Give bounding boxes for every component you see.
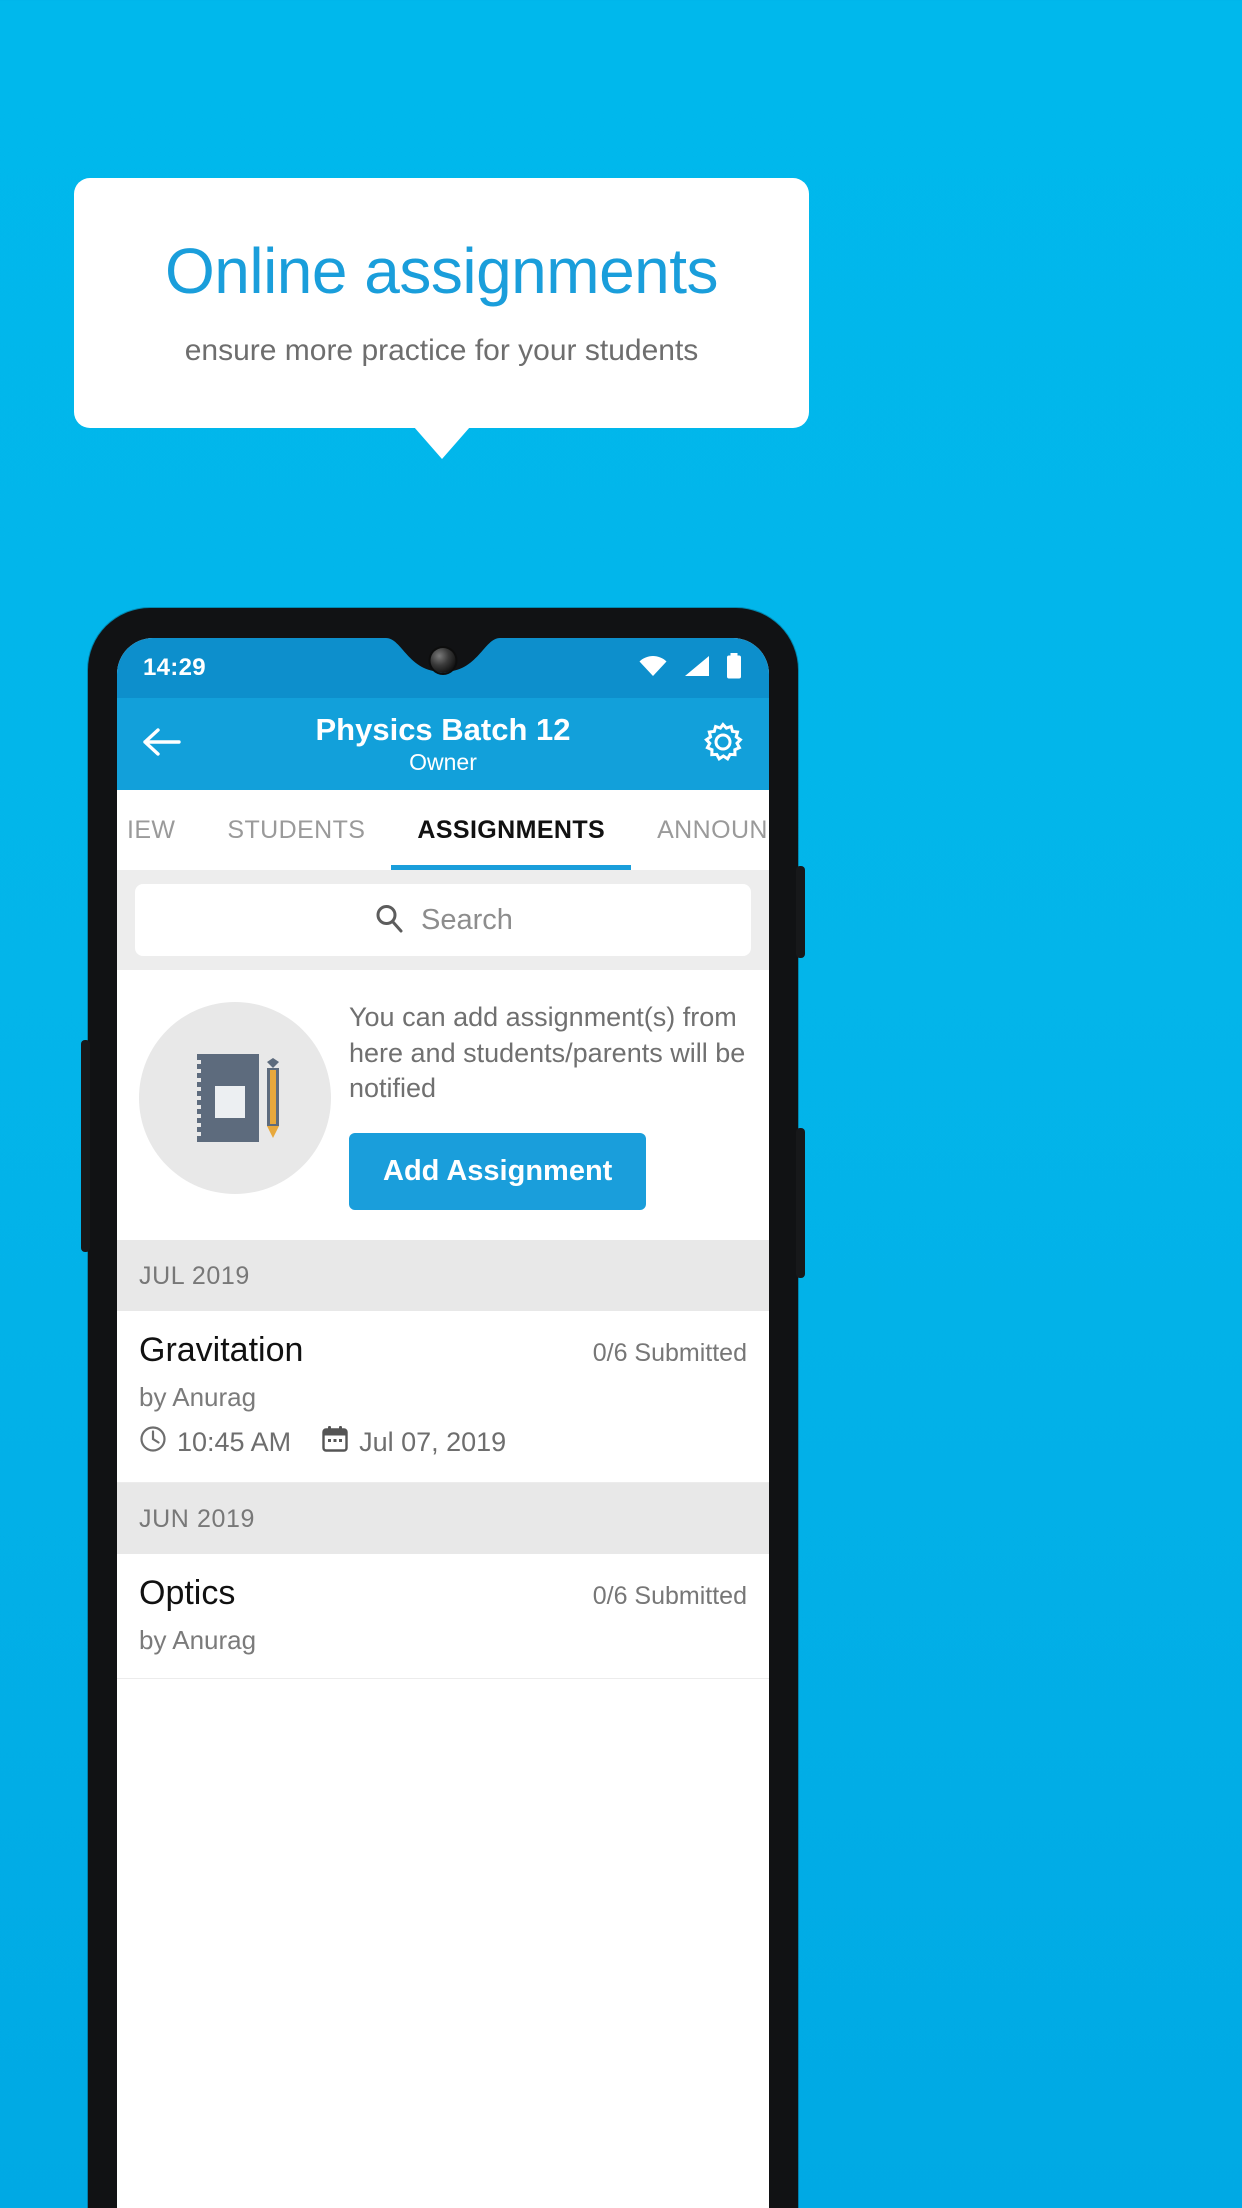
tab-students-label: STUDENTS — [227, 815, 366, 844]
phone-side-button-left[interactable] — [81, 1040, 90, 1252]
notebook-and-pen-icon — [139, 1002, 331, 1194]
assignment-author: by Anurag — [139, 1381, 257, 1412]
assignment-author: by Anurag — [139, 1624, 257, 1655]
month-header-jun: JUN 2019 — [117, 1482, 769, 1554]
notch — [348, 638, 538, 694]
tab-overview[interactable]: IEW — [117, 790, 201, 870]
back-button[interactable] — [141, 726, 183, 763]
page-subtitle: Owner — [409, 749, 477, 776]
front-camera-icon — [430, 648, 456, 673]
cellular-signal-icon — [683, 654, 710, 683]
empty-state-card: You can add assignment(s) from here and … — [117, 970, 769, 1240]
battery-icon — [725, 652, 743, 684]
phone-volume-button[interactable] — [796, 1128, 805, 1278]
tab-overview-label: IEW — [127, 815, 176, 844]
phone-screen: 14:29 Physics Batch 12 Owner IEW STUDENT… — [117, 638, 769, 2208]
search-container: Search — [117, 870, 769, 970]
search-placeholder: Search — [421, 903, 513, 936]
status-bar: 14:29 — [117, 638, 769, 698]
promo-title: Online assignments — [164, 235, 719, 308]
assignment-title: Gravitation — [139, 1330, 304, 1369]
tab-bar: IEW STUDENTS ASSIGNMENTS ANNOUNCEM — [117, 790, 769, 870]
assignment-meta: 10:45 AM Jul 07, 2019 — [139, 1425, 747, 1460]
add-assignment-button[interactable]: Add Assignment — [349, 1132, 647, 1210]
app-bar: Physics Batch 12 Owner — [117, 698, 769, 790]
assignment-submitted-count: 0/6 Submitted — [592, 1581, 747, 1610]
tab-assignments-label: ASSIGNMENTS — [417, 815, 606, 844]
search-icon — [373, 902, 405, 939]
search-input[interactable]: Search — [135, 884, 751, 956]
tab-announcements-label: ANNOUNCEM — [657, 815, 769, 844]
assignment-row[interactable]: Optics 0/6 Submitted by Anurag — [117, 1553, 769, 1679]
assignment-date: Jul 07, 2019 — [359, 1426, 507, 1457]
assignment-title: Optics — [139, 1573, 236, 1612]
app-bar-titles: Physics Batch 12 Owner — [117, 712, 769, 777]
month-header-jul: JUL 2019 — [117, 1239, 769, 1311]
calendar-icon — [321, 1425, 349, 1460]
tab-announcements[interactable]: ANNOUNCEM — [631, 790, 769, 870]
clock-icon — [139, 1425, 167, 1460]
empty-state-content: You can add assignment(s) from here and … — [349, 996, 749, 1210]
status-bar-icons — [638, 652, 743, 684]
promo-callout-card: Online assignments ensure more practice … — [74, 178, 809, 428]
phone-power-button[interactable] — [796, 866, 805, 958]
promo-callout-tail — [414, 427, 470, 459]
gear-icon[interactable] — [701, 720, 745, 769]
status-bar-time: 14:29 — [143, 654, 206, 681]
phone-mockup: 14:29 Physics Batch 12 Owner IEW STUDENT… — [81, 608, 805, 2208]
assignment-time: 10:45 AM — [177, 1426, 292, 1457]
assignment-row-header: Optics 0/6 Submitted — [139, 1574, 747, 1613]
empty-state-message: You can add assignment(s) from here and … — [349, 1002, 746, 1104]
tab-assignments[interactable]: ASSIGNMENTS — [391, 790, 631, 870]
assignment-row-header: Gravitation 0/6 Submitted — [139, 1331, 747, 1370]
assignment-row[interactable]: Gravitation 0/6 Submitted by Anurag 10:4… — [117, 1310, 769, 1483]
wifi-icon — [638, 654, 668, 683]
page-title: Physics Batch 12 — [315, 711, 571, 747]
tab-students[interactable]: STUDENTS — [201, 790, 391, 870]
promo-subtitle: ensure more practice for your students — [184, 333, 699, 367]
assignment-submitted-count: 0/6 Submitted — [592, 1338, 747, 1367]
